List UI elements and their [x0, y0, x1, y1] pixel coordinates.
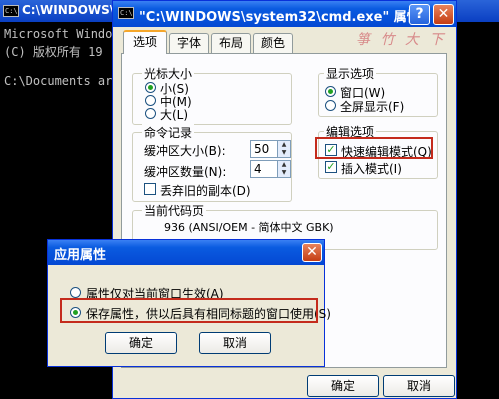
buffer-size-input[interactable]: 50: [250, 140, 278, 158]
discard-old-label[interactable]: 丢弃旧的副本(D): [160, 182, 251, 199]
discard-old-checkbox[interactable]: [144, 183, 156, 195]
buffer-count-stepper[interactable]: ▲ ▼: [277, 160, 291, 178]
ok-button[interactable]: 确定: [307, 375, 379, 397]
fullscreen-label[interactable]: 全屏显示(F): [340, 98, 404, 115]
insert-mode-label[interactable]: 插入模式(I): [341, 160, 402, 177]
command-history-label: 命令记录: [142, 124, 195, 141]
console-line: C:\Documents ar: [4, 74, 113, 88]
watermark: 箏 竹 大 下: [356, 32, 447, 48]
cursor-large-radio[interactable]: [145, 108, 156, 119]
display-options-label: 显示选项: [324, 65, 377, 82]
apply-cancel-button[interactable]: 取消: [199, 332, 271, 354]
tab-colors[interactable]: 颜色: [253, 33, 293, 53]
console-title: C:\WINDOWS\s: [22, 3, 122, 17]
quickedit-highlight: [315, 137, 433, 159]
tab-layout[interactable]: 布局: [211, 33, 251, 53]
properties-title: "C:\WINDOWS\system32\cmd.exe" 属性: [139, 10, 420, 25]
buffer-size-stepper[interactable]: ▲ ▼: [277, 140, 291, 158]
console-app-icon: C:\: [3, 5, 19, 17]
codepage-value: 936 (ANSI/OEM - 简体中文 GBK): [164, 221, 334, 234]
buffer-count-label: 缓冲区数量(N):: [144, 165, 227, 179]
cursor-small-radio[interactable]: [145, 82, 156, 93]
apply-current-radio[interactable]: [70, 287, 81, 298]
cancel-button[interactable]: 取消: [383, 375, 455, 397]
apply-ok-button[interactable]: 确定: [105, 332, 177, 354]
apply-titlebar[interactable]: 应用属性 ✕: [48, 240, 324, 265]
close-button[interactable]: ✕: [433, 4, 454, 25]
apply-title: 应用属性: [54, 248, 107, 263]
codepage-label: 当前代码页: [142, 202, 207, 219]
save-option-highlight: [60, 298, 318, 323]
apply-close-button[interactable]: ✕: [302, 243, 322, 262]
insert-mode-checkbox[interactable]: ✓: [325, 161, 337, 173]
cursor-large-label[interactable]: 大(L): [160, 106, 188, 123]
apply-properties-dialog: 应用属性 ✕ 属性仅对当前窗口生效(A) 保存属性，供以后具有相同标题的窗口使用…: [47, 239, 331, 367]
help-button[interactable]: ?: [409, 4, 430, 25]
cursor-medium-radio[interactable]: [145, 95, 156, 106]
buffer-size-label: 缓冲区大小(B):: [144, 144, 226, 158]
cmd-app-icon: C:\: [118, 7, 134, 19]
properties-titlebar[interactable]: C:\ "C:\WINDOWS\system32\cmd.exe" 属性 ? ✕: [113, 1, 456, 27]
tab-font[interactable]: 字体: [169, 33, 209, 53]
console-line: (C) 版权所有 19: [4, 45, 103, 59]
window-radio[interactable]: [325, 86, 336, 97]
console-line: Microsoft Windo: [4, 27, 113, 41]
buffer-count-input[interactable]: 4: [250, 160, 278, 178]
fullscreen-radio[interactable]: [325, 100, 336, 111]
tab-options[interactable]: 选项: [123, 30, 167, 54]
